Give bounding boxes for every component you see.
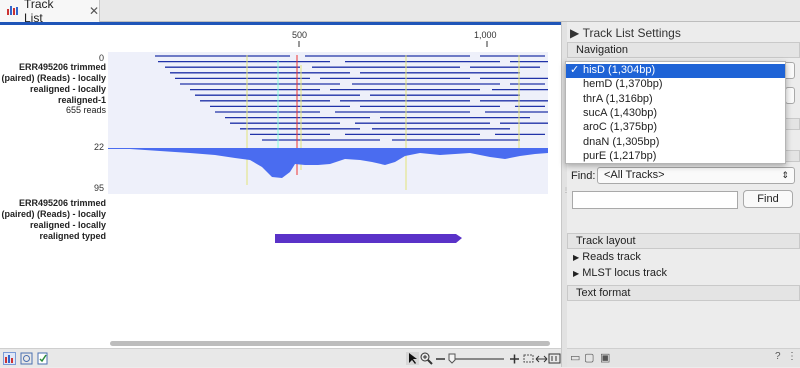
checkmark-icon: ✓ [570,64,580,76]
dropdown-option[interactable]: hemD (1,370bp) [566,78,785,92]
dropdown-option-label: hemD (1,370bp) [583,78,663,91]
find-button[interactable]: Find [743,190,793,208]
navigation-header[interactable]: Navigation [567,42,800,58]
tree-item-reads-track[interactable]: ▶ Reads track [573,251,641,263]
navigation-dropdown-list[interactable]: ✓ hisD (1,304bp) hemD (1,370bp) thrA (1,316… [565,61,786,164]
track-view-icon[interactable] [3,352,16,365]
dropdown-option-label: hisD (1,304bp) [583,64,656,76]
pointer-mode-icon[interactable] [406,352,419,365]
dropdown-option-label: sucA (1,430bp) [583,106,657,119]
dropdown-option[interactable]: ✓ hisD (1,304bp) [566,64,785,78]
folder-icon[interactable]: ▢ [584,351,594,364]
zoom-100-icon[interactable] [548,352,561,365]
remove-icon[interactable]: ▣ [600,351,610,364]
dropdown-option[interactable]: aroC (1,375bp) [566,121,785,135]
tree-item-mlst-locus-track[interactable]: ▶ MLST locus track [573,267,667,279]
updown-arrows-icon: ⇕ [781,170,789,180]
tree-item-label: Reads track [582,251,641,263]
expand-triangle-icon: ▶ [573,253,580,262]
track-label-reads: ERR495206 trimmed (paired) (Reads) - loc… [1,62,106,105]
read-count: 655 reads [65,105,106,115]
tab-bar: Track List ✕ [0,0,800,25]
navigation-field-edge[interactable] [785,87,795,104]
collapse-arrow-icon: ▶ [570,26,580,40]
add-panel-icon[interactable]: ▭ [570,351,580,364]
zoom-in-icon[interactable] [420,352,433,365]
dropdown-option-label: dnaN (1,305bp) [583,135,660,148]
tree-item-label: MLST locus track [582,267,667,279]
coverage-axis-mid: 22 [93,142,104,152]
track-layout-panel: ▶ Reads track ▶ MLST locus track [567,249,800,285]
find-label: Find: [571,170,596,182]
side-panel-title[interactable]: ▶ Track List Settings [570,26,681,40]
fit-selection-icon[interactable] [522,352,535,365]
dropdown-option-label: aroC (1,375bp) [583,121,657,134]
expand-triangle-icon: ▶ [573,269,580,278]
zoom-slider[interactable] [448,352,506,365]
track-label-typed: ERR495206 trimmed (paired) (Reads) - loc… [1,198,106,241]
zoom-out-icon[interactable] [434,352,447,365]
zoom-plus-icon[interactable] [508,352,521,365]
help-icon[interactable]: ? [775,351,781,362]
find-scope-value: <All Tracks> [604,169,665,181]
notes-view-icon[interactable] [36,352,49,365]
text-format-header[interactable]: Text format [567,285,800,301]
side-panel-title-text: Track List Settings [582,26,681,40]
dropdown-option-label: purE (1,217bp) [583,149,657,162]
bottom-toolbar [0,348,561,367]
tab-track-list[interactable]: Track List ✕ [0,0,100,25]
dropdown-option[interactable]: dnaN (1,305bp) [566,136,785,150]
mlst-locus-arrow [275,234,462,243]
fit-width-icon[interactable] [535,352,548,365]
track-layout-header[interactable]: Track layout [567,233,800,249]
dropdown-option-label: thrA (1,316bp) [583,92,653,105]
dropdown-option[interactable]: thrA (1,316bp) [566,93,785,107]
dropdown-option[interactable]: sucA (1,430bp) [566,107,785,121]
settings-view-icon[interactable] [20,352,33,365]
find-input[interactable] [572,191,738,209]
coverage-axis-bottom: 95 [93,183,104,193]
close-icon[interactable]: ✕ [89,4,99,18]
side-panel-footer: ▭ ▢ ▣ ? ⋮ [567,348,800,367]
track-list-icon [6,4,18,19]
track-view[interactable]: 500 1,000 0 ERR495206 trimmed (paired) (… [0,25,561,348]
dropdown-option[interactable]: purE (1,217bp) [566,150,785,164]
horizontal-scrollbar[interactable] [110,341,550,346]
options-icon[interactable]: ⋮ [787,351,797,362]
find-scope-select[interactable]: <All Tracks> ⇕ [597,167,795,184]
